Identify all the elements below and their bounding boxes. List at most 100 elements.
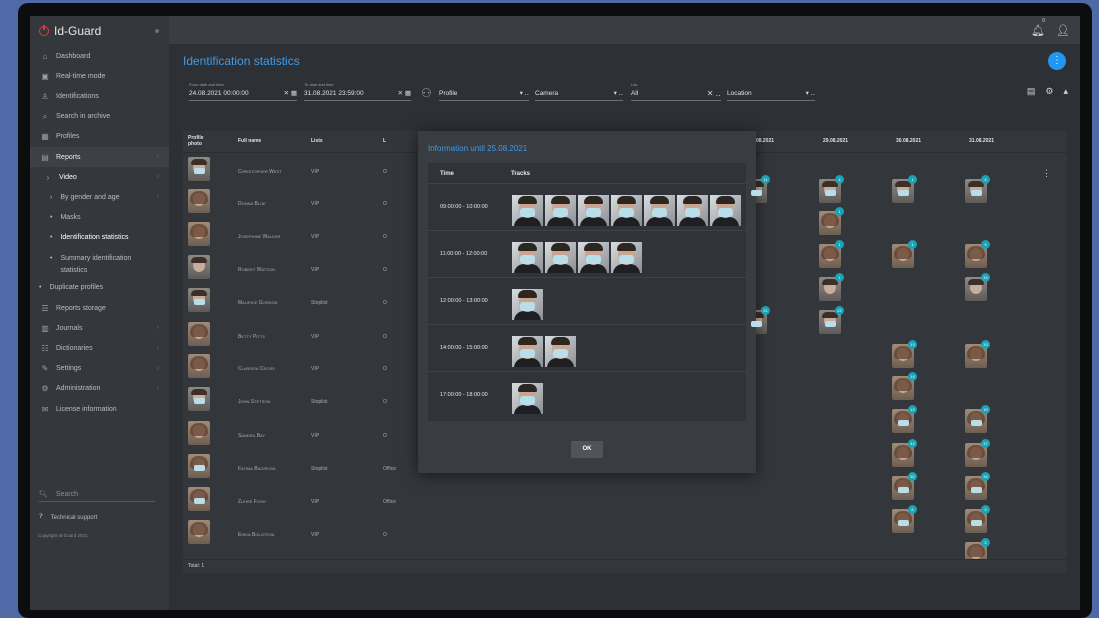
sidebar-item-dashboard[interactable]: ⌂ Dashboard (30, 46, 169, 66)
sidebar-item-label: Reports storage (56, 304, 106, 312)
from-date-value[interactable]: 24.08.2021 00:00:00 (189, 88, 297, 101)
profile-photo[interactable] (188, 454, 210, 478)
more-actions-button[interactable]: ⋮ (1048, 52, 1066, 70)
track-thumbnail[interactable] (644, 195, 675, 226)
export-icon[interactable]: ▤ (1027, 86, 1036, 97)
profile-photo[interactable] (188, 487, 210, 511)
camera-select-value[interactable]: Camera (535, 88, 623, 101)
filter-bar: From date and time 24.08.2021 00:00:00 ✕… (189, 82, 1049, 104)
track-thumbnail[interactable] (512, 383, 543, 414)
profile-photo[interactable] (188, 189, 210, 213)
track-thumbnail[interactable] (512, 289, 543, 320)
track-thumbnail[interactable] (578, 195, 609, 226)
track-thumbnail[interactable] (545, 242, 576, 273)
col-date-29[interactable]: 29.08.2021 (823, 138, 848, 144)
sidebar-item-masks[interactable]: • Masks (30, 208, 169, 228)
track-thumbnail[interactable] (512, 336, 543, 367)
sidebar-item-identification-statistics[interactable]: • Identification statistics (30, 228, 169, 248)
sidebar-item-profiles[interactable]: ▦ Profiles (30, 127, 169, 147)
profile-photo[interactable] (188, 322, 210, 346)
list-name: VIP (311, 169, 320, 175)
track-thumbnail[interactable] (545, 336, 576, 367)
track-thumbnail[interactable] (512, 195, 543, 226)
identification-count-badge: 3 (981, 505, 990, 514)
collapse-icon[interactable]: ▴ (1063, 86, 1068, 97)
gear-icon: ⚙ (41, 384, 49, 394)
track-thumbnail[interactable] (512, 242, 543, 273)
col-lists[interactable]: Lists (311, 138, 323, 144)
profile-photo[interactable] (188, 354, 210, 378)
location-select-value[interactable]: Location (727, 88, 815, 101)
full-name: Maurice Gordon (238, 300, 278, 306)
sidebar-item-administration[interactable]: ⚙ Administration ‹ (30, 379, 169, 399)
camera-select[interactable]: Camera ▾ ‥ (535, 82, 623, 104)
sidebar-search[interactable]: 🔍︎ Search (39, 490, 155, 502)
app-name: Id-Guard (54, 24, 102, 38)
track-thumbnail[interactable] (710, 195, 741, 226)
table-row[interactable]: Zuhre Fosh VIP Office (183, 487, 1067, 520)
from-date-field[interactable]: From date and time 24.08.2021 00:00:00 ✕… (189, 82, 297, 104)
location: O (383, 201, 387, 207)
tracks-table: Time Tracks 09:00:00 - 10:00:00 11:00:00 … (428, 163, 746, 421)
technical-support-link[interactable]: ❓︎ Technical support (39, 514, 97, 521)
col-full-name[interactable]: Full name (238, 138, 261, 144)
to-date-field[interactable]: To date and time 31.08.2021 23:59:00 ✕ ▦ (304, 82, 411, 104)
profile-photo[interactable] (188, 288, 210, 312)
ok-button[interactable]: OK (571, 441, 603, 458)
track-thumbnail[interactable] (677, 195, 708, 226)
to-date-value[interactable]: 31.08.2021 23:59:00 (304, 88, 411, 101)
sidebar-item-duplicate-profiles[interactable]: • Duplicate profiles (30, 278, 169, 298)
sidebar-item-journals[interactable]: ▥ Journals ‹ (30, 318, 169, 338)
clear-calendar-icon[interactable]: ✕ ▦ (398, 89, 411, 97)
sidebar-item-settings[interactable]: ✎ Settings ‹ (30, 359, 169, 379)
profile-photo[interactable] (188, 520, 210, 544)
profiles-icon: ▦ (41, 132, 49, 142)
sidebar-search-input[interactable]: Search (56, 491, 78, 498)
track-thumbnail[interactable] (578, 242, 609, 273)
col-date-31[interactable]: 31.08.2021 (969, 138, 994, 144)
sidebar-item-real-time-mode[interactable]: ▣ Real-time mode (30, 66, 169, 86)
chevron-icon: ‹ (157, 154, 159, 161)
profile-photo[interactable] (188, 157, 210, 181)
page-title: Identification statistics (183, 54, 300, 68)
sidebar-item-summary-identification-statistics[interactable]: • Summary identification statistics (30, 248, 169, 278)
chevron-icon: ‹ (157, 325, 159, 332)
sidebar-item-label: Dashboard (56, 52, 91, 60)
profile-select-value[interactable]: Profile (439, 88, 529, 101)
sidebar-item-identifications[interactable]: ♙ Identifications (30, 86, 169, 106)
user-icon[interactable]: 👤︎ (1056, 24, 1070, 37)
row-menu-icon[interactable]: ⋮ (1042, 168, 1051, 179)
full-name: Erika Bolotova (238, 532, 275, 538)
sidebar-item-by-gender-and-age[interactable]: › By gender and age ‹ (30, 187, 169, 207)
track-thumbnail[interactable] (545, 195, 576, 226)
location-select[interactable]: Location ▾ ‥ (727, 82, 815, 104)
expand-icon: › (46, 172, 50, 182)
sidebar-item-search-in-archive[interactable]: ⌕ Search in archive (30, 107, 169, 127)
profile-photo[interactable] (188, 222, 210, 246)
track-thumbnail[interactable] (611, 242, 642, 273)
col-profile-photo[interactable]: Profile photo (188, 135, 210, 147)
sidebar-item-video[interactable]: › Video ‹ (30, 167, 169, 187)
sidebar-item-reports[interactable]: ▤ Reports ‹ (30, 146, 169, 168)
sidebar-item-license-information[interactable]: ✉ License information (30, 399, 169, 419)
location: O (383, 433, 387, 439)
col-date-30[interactable]: 30.08.2021 (896, 138, 921, 144)
clear-calendar-icon[interactable]: ✕ ▦ (284, 89, 297, 97)
profile-photo[interactable] (188, 255, 210, 279)
bell-icon[interactable]: 🔔︎ (1031, 24, 1045, 37)
list-select[interactable]: List All ✕ ‥ (631, 82, 721, 104)
clear-icon[interactable]: ✕ ‥ (707, 89, 721, 98)
settings-gear-icon[interactable]: ⚙ (1045, 86, 1053, 97)
profile-select[interactable]: Profile ▾ ‥ (439, 82, 529, 104)
col-location[interactable]: L (383, 138, 386, 144)
profile-photo[interactable] (188, 387, 210, 411)
sidebar-pin-icon[interactable] (155, 29, 159, 33)
identification-count-badge: 14 (908, 372, 917, 381)
sidebar-item-dictionaries[interactable]: ☷ Dictionaries ‹ (30, 338, 169, 358)
bullet-icon: › (50, 193, 53, 201)
sidebar-item-reports-storage[interactable]: ☰ Reports storage (30, 298, 169, 318)
profile-photo[interactable] (188, 421, 210, 445)
track-thumbnail[interactable] (611, 195, 642, 226)
table-row[interactable]: Erika Bolotova VIP O (183, 520, 1067, 553)
sidebar-item-label: Summary identification statistics (60, 254, 132, 274)
